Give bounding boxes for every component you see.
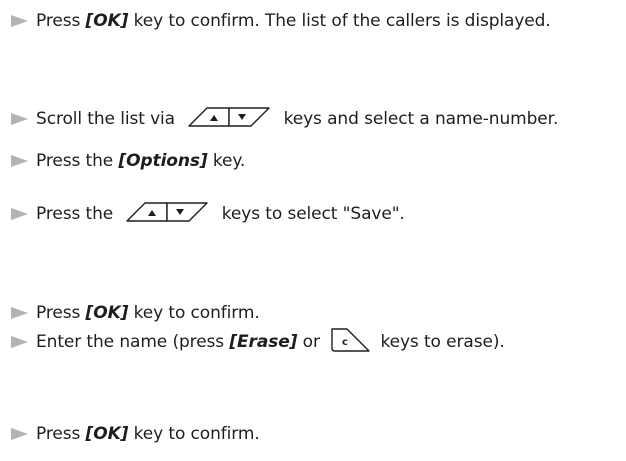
step-text: Enter the name (press	[36, 332, 230, 352]
instruction-step-2: Scroll the list via keys and select a na…	[11, 106, 558, 132]
ok-key-label: [OK]	[85, 11, 129, 31]
down-arrow-key-icon	[166, 201, 209, 222]
instruction-step-3: Press the [Options] key.	[11, 148, 245, 174]
step-text: keys and select a name-number.	[278, 109, 559, 129]
instruction-step-5: Press [OK] key to confirm.	[11, 300, 260, 326]
navigation-keys-icon	[124, 201, 210, 228]
down-arrow-key-icon	[228, 106, 270, 127]
navigation-keys-icon	[186, 106, 272, 133]
up-arrow-key-icon	[126, 201, 169, 222]
ok-key-label: [OK]	[85, 424, 129, 444]
step-text: keys to select "Save".	[216, 204, 405, 224]
step-text: Press	[36, 303, 86, 323]
instruction-step-4: Press the keys to select "Save".	[11, 201, 405, 227]
step-text: Press	[36, 424, 86, 444]
up-arrow-key-icon	[188, 106, 230, 127]
step-text: Press the	[36, 204, 119, 224]
instruction-step-6: Enter the name (press [Erase] or c keys …	[11, 327, 505, 358]
ok-key-label: [OK]	[85, 303, 129, 323]
instruction-step-7: Press [OK] key to confirm.	[11, 421, 260, 447]
triangle-bullet-icon	[11, 15, 28, 27]
step-text: key to confirm.	[128, 424, 260, 444]
erase-key-label: [Erase]	[229, 332, 298, 352]
step-text: key to confirm. The list of the callers …	[128, 11, 551, 31]
c-clear-key-icon: c	[329, 327, 371, 358]
clear-key-letter: c	[342, 337, 348, 348]
triangle-bullet-icon	[11, 428, 28, 440]
triangle-bullet-icon	[11, 307, 28, 319]
triangle-bullet-icon	[11, 208, 28, 220]
step-text: Scroll the list via	[36, 109, 181, 129]
step-text: Press the	[36, 151, 119, 171]
triangle-bullet-icon	[11, 113, 28, 125]
step-text: or	[297, 332, 326, 352]
step-text: keys to erase).	[375, 332, 505, 352]
instruction-step-1: Press [OK] key to confirm. The list of t…	[11, 8, 551, 34]
options-key-label: [Options]	[118, 151, 208, 171]
step-text: key.	[207, 151, 246, 171]
triangle-bullet-icon	[11, 336, 28, 348]
triangle-bullet-icon	[11, 155, 28, 167]
step-text: key to confirm.	[128, 303, 260, 323]
step-text: Press	[36, 11, 86, 31]
